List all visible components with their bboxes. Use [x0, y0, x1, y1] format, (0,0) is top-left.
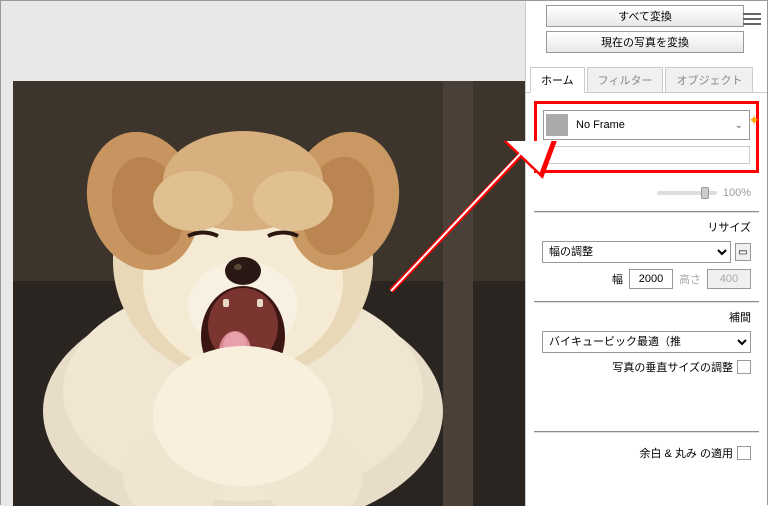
canvas-viewport[interactable] — [13, 81, 526, 506]
frame-select[interactable]: No Frame ⌄ — [543, 110, 750, 140]
resize-options-button[interactable]: ▭ — [735, 243, 751, 261]
photo-content — [13, 81, 526, 506]
margin-corner-checkbox[interactable] — [737, 446, 751, 460]
height-label: 高さ — [679, 271, 701, 287]
width-label: 幅 — [612, 271, 623, 287]
height-input — [707, 269, 751, 289]
star-icon: ✦ — [748, 112, 760, 129]
tab-home[interactable]: ホーム — [530, 67, 585, 93]
slider-handle[interactable] — [701, 187, 709, 199]
tab-filter[interactable]: フィルター — [587, 67, 664, 92]
interpolation-section: 補間 バイキュービック最適（推 写真の垂直サイズの調整 — [534, 301, 759, 381]
frame-highlight-annotation: No Frame ⌄ ✦ — [534, 101, 759, 173]
frame-selected-label: No Frame — [576, 119, 735, 131]
convert-current-button[interactable]: 現在の写真を変換 — [546, 31, 744, 53]
interpolation-title: 補間 — [542, 309, 751, 325]
frame-swatch-icon — [546, 114, 568, 136]
resize-title: リサイズ — [542, 219, 751, 235]
opacity-slider[interactable] — [657, 191, 717, 195]
tab-object[interactable]: オブジェクト — [665, 67, 753, 92]
main-canvas-area — [1, 1, 526, 506]
resize-mode-select[interactable]: 幅の調整 — [542, 241, 731, 263]
chevron-down-icon: ⌄ — [735, 120, 743, 131]
opacity-value: 100% — [723, 187, 751, 199]
frame-sub-select[interactable] — [543, 146, 750, 164]
width-input[interactable] — [629, 269, 673, 289]
panel-menu-icon[interactable] — [743, 13, 761, 27]
vertical-size-label: 写真の垂直サイズの調整 — [612, 359, 733, 375]
resize-section: リサイズ 幅の調整 ▭ 幅 高さ — [534, 211, 759, 295]
margin-corner-section: 余白 & 丸み の適用 — [534, 431, 759, 467]
right-panel: すべて変換 現在の写真を変換 ホーム フィルター オブジェクト No Frame… — [525, 1, 767, 506]
convert-all-button[interactable]: すべて変換 — [546, 5, 744, 27]
tab-bar: ホーム フィルター オブジェクト — [526, 65, 767, 93]
image-preview — [13, 81, 526, 506]
interpolation-select[interactable]: バイキュービック最適（推 — [542, 331, 751, 353]
margin-corner-label: 余白 & 丸み の適用 — [639, 445, 733, 461]
vertical-size-checkbox[interactable] — [737, 360, 751, 374]
tab-content: No Frame ⌄ ✦ 100% リサイズ 幅の調整 ▭ 幅 高 — [526, 93, 767, 475]
